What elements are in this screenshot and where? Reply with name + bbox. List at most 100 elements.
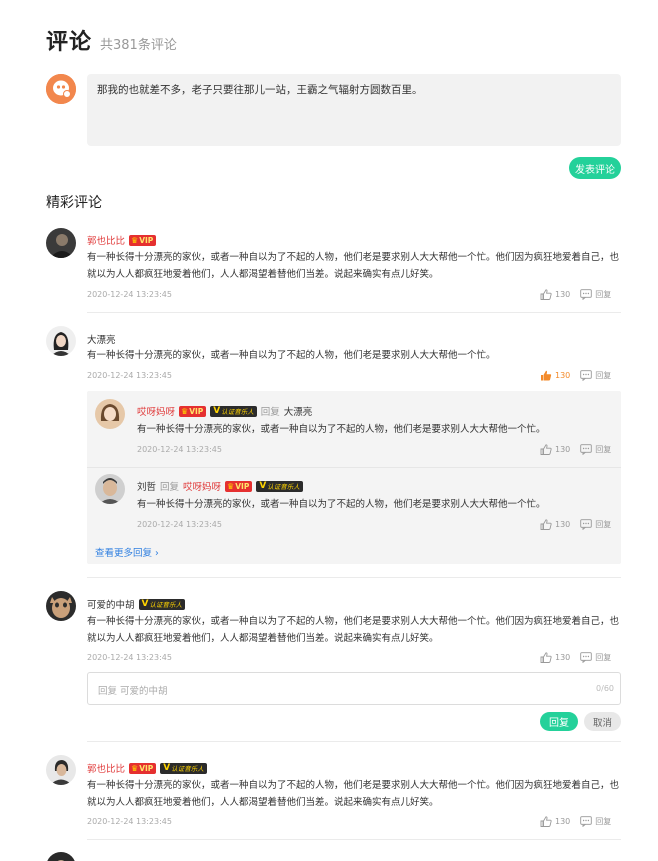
avatar[interactable] bbox=[46, 591, 76, 621]
reply-text: 有一种长得十分漂亮的家伙，或者一种自以为了不起的人物，他们老是要求别人大大帮他一… bbox=[137, 499, 546, 510]
like-count: 130 bbox=[555, 520, 571, 529]
user-avatar-icon bbox=[46, 74, 76, 104]
comment-actions: 130 回复 bbox=[540, 370, 611, 381]
certified-musician-badge: V 认证音乐人 bbox=[138, 598, 185, 610]
crown-icon: ♛ bbox=[227, 481, 235, 491]
username[interactable]: 郭也比比 bbox=[87, 761, 125, 775]
reply-actions: 130 回复 bbox=[540, 444, 611, 455]
section-title: 精彩评论 bbox=[46, 195, 102, 211]
page-title: 评论 bbox=[46, 30, 93, 55]
view-more-replies-link[interactable]: 查看更多回复 › bbox=[95, 545, 159, 559]
like-count: 130 bbox=[555, 653, 571, 662]
avatar[interactable] bbox=[95, 474, 125, 504]
username[interactable]: 哎呀妈呀 bbox=[137, 404, 175, 418]
certified-musician-badge: V 认证音乐人 bbox=[160, 762, 207, 774]
reply-button[interactable]: 回复 bbox=[580, 519, 611, 530]
replies-panel: 哎呀妈呀 ♛ VIP V 认证音乐人 回复 大漂亮 有一种长得十分漂亮的家伙，或者一… bbox=[87, 391, 621, 564]
comment-bubble-icon bbox=[580, 289, 593, 300]
thumbs-up-icon bbox=[540, 816, 552, 827]
vip-badge: ♛ VIP bbox=[129, 762, 157, 774]
submit-reply-button[interactable]: 回复 bbox=[540, 712, 578, 731]
reply-button[interactable]: 回复 bbox=[580, 289, 611, 300]
avatar-photo-icon bbox=[46, 852, 76, 861]
username[interactable]: 郭也比比 bbox=[87, 233, 125, 247]
comment-bubble-icon bbox=[580, 444, 593, 455]
comment-author-line: 大漂亮 bbox=[87, 332, 116, 346]
comment-bubble-icon bbox=[580, 816, 593, 827]
divider bbox=[87, 839, 621, 840]
avatar-photo-icon bbox=[95, 474, 125, 504]
reply-author-line: 刘哲 回复 哎呀妈呀 ♛ VIP V 认证音乐人 bbox=[137, 479, 303, 493]
comment-actions: 130 回复 bbox=[540, 289, 611, 300]
avatar[interactable] bbox=[46, 755, 76, 785]
reply-author-line: 哎呀妈呀 ♛ VIP V 认证音乐人 回复 大漂亮 bbox=[137, 404, 313, 418]
crown-icon: ♛ bbox=[131, 763, 139, 773]
username[interactable]: 可爱的中胡 bbox=[87, 597, 135, 611]
comment-author-line: 可爱的中胡 V 认证音乐人 bbox=[87, 597, 185, 611]
comment-bubble-icon bbox=[580, 519, 593, 530]
crown-icon: ♛ bbox=[181, 406, 189, 416]
avatar[interactable] bbox=[46, 852, 76, 861]
like-count: 130 bbox=[555, 445, 571, 454]
thumbs-up-icon bbox=[540, 444, 552, 455]
reply-actions: 130 回复 bbox=[540, 519, 611, 530]
divider bbox=[87, 467, 621, 468]
comment-actions: 130 回复 bbox=[540, 652, 611, 663]
thumbs-up-icon bbox=[540, 289, 552, 300]
divider bbox=[87, 312, 621, 313]
avatar-photo-icon bbox=[95, 399, 125, 429]
reply-button[interactable]: 回复 bbox=[580, 444, 611, 455]
thumbs-up-filled-icon bbox=[541, 370, 552, 381]
post-comment-button[interactable]: 发表评论 bbox=[569, 157, 621, 179]
avatar-photo-icon bbox=[46, 228, 76, 258]
like-button[interactable]: 130 bbox=[540, 370, 570, 381]
thumbs-up-icon bbox=[540, 652, 552, 663]
avatar-photo-icon bbox=[46, 326, 76, 356]
comment-author-line: 郭也比比 ♛ VIP V 认证音乐人 bbox=[87, 761, 207, 775]
reply-button[interactable]: 回复 bbox=[580, 816, 611, 827]
reply-button[interactable]: 回复 bbox=[580, 370, 611, 381]
username[interactable]: 大漂亮 bbox=[87, 332, 116, 346]
comment-textarea[interactable]: 那我的也就差不多，老子只要往那儿一站，王霸之气辐射方圆数百里。 bbox=[87, 74, 621, 146]
like-button[interactable]: 130 bbox=[540, 289, 570, 300]
reply-target-username[interactable]: 哎呀妈呀 bbox=[183, 479, 221, 493]
vip-badge: ♛ VIP bbox=[225, 480, 253, 492]
avatar[interactable] bbox=[95, 399, 125, 429]
like-count: 130 bbox=[555, 817, 571, 826]
like-count: 130 bbox=[555, 371, 571, 380]
reply-time: 2020-12-24 13:23:45 bbox=[137, 520, 222, 529]
comment-text: 有一种长得十分漂亮的家伙，或者一种自以为了不起的人物，他们老是要求别人大大帮他一… bbox=[87, 252, 620, 280]
vip-badge: ♛ VIP bbox=[129, 234, 157, 246]
current-user-avatar bbox=[46, 74, 76, 104]
reply-time: 2020-12-24 13:23:45 bbox=[137, 445, 222, 454]
comment-actions: 130 回复 bbox=[540, 816, 611, 827]
like-button[interactable]: 130 bbox=[540, 444, 570, 455]
avatar-photo-icon bbox=[46, 755, 76, 785]
like-button[interactable]: 130 bbox=[540, 519, 570, 530]
certified-musician-badge: V 认证音乐人 bbox=[210, 405, 257, 417]
vip-badge: ♛ VIP bbox=[179, 405, 207, 417]
comment-time: 2020-12-24 13:23:45 bbox=[87, 371, 172, 380]
crown-icon: ♛ bbox=[131, 235, 139, 245]
comment-time: 2020-12-24 13:23:45 bbox=[87, 653, 172, 662]
comment-count: 共381条评论 bbox=[100, 38, 177, 53]
comments-header: 评论 共381条评论 bbox=[46, 24, 177, 56]
reply-input[interactable]: 回复 可爱的中胡 0/60 bbox=[87, 672, 621, 705]
reply-button[interactable]: 回复 bbox=[580, 652, 611, 663]
comment-author-line: 郭也比比 ♛ VIP bbox=[87, 233, 157, 247]
avatar[interactable] bbox=[46, 326, 76, 356]
comment-bubble-icon bbox=[580, 370, 593, 381]
comment-time: 2020-12-24 13:23:45 bbox=[87, 817, 172, 826]
divider bbox=[87, 741, 621, 742]
divider bbox=[87, 577, 621, 578]
reply-target-username[interactable]: 大漂亮 bbox=[284, 404, 313, 418]
like-button[interactable]: 130 bbox=[540, 816, 570, 827]
like-count: 130 bbox=[555, 290, 571, 299]
cancel-reply-button[interactable]: 取消 bbox=[584, 712, 621, 731]
avatar[interactable] bbox=[46, 228, 76, 258]
comment-text: 有一种长得十分漂亮的家伙，或者一种自以为了不起的人物，他们老是要求别人大大帮他一… bbox=[87, 350, 496, 361]
comment-text: 有一种长得十分漂亮的家伙，或者一种自以为了不起的人物，他们老是要求别人大大帮他一… bbox=[87, 616, 620, 644]
username[interactable]: 刘哲 bbox=[137, 479, 156, 493]
comment-time: 2020-12-24 13:23:45 bbox=[87, 290, 172, 299]
like-button[interactable]: 130 bbox=[540, 652, 570, 663]
